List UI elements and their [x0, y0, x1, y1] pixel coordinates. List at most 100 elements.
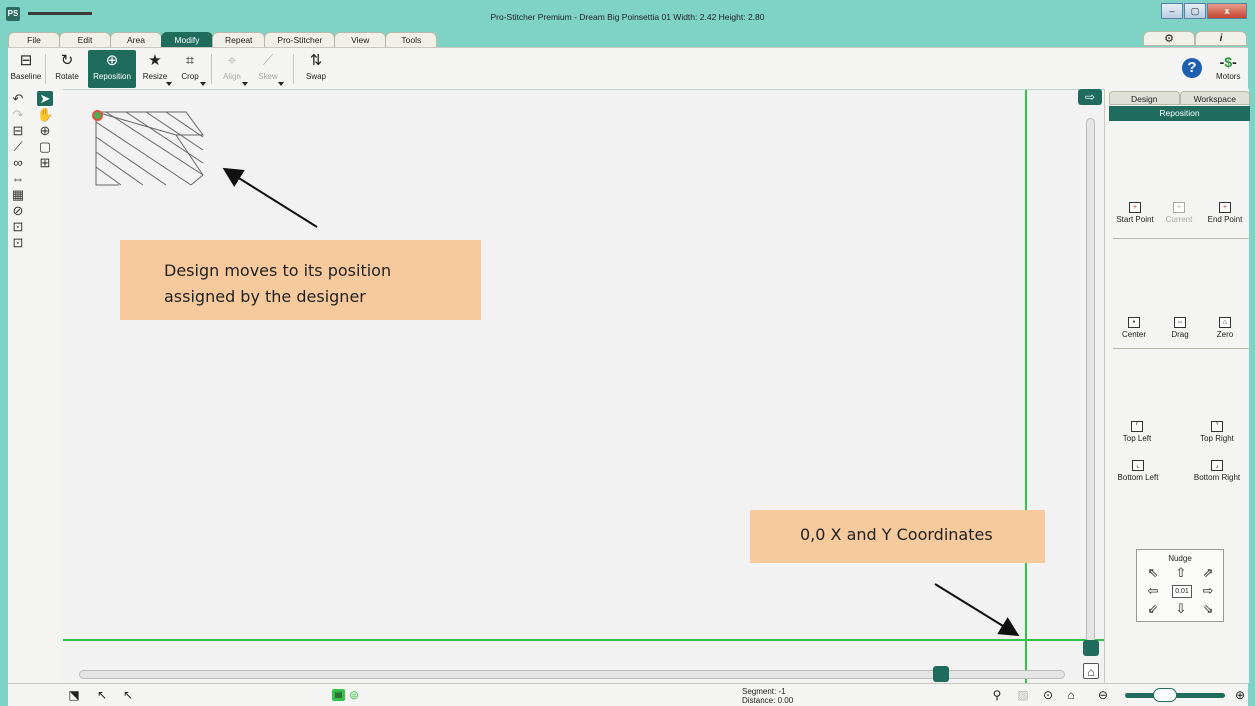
start-point-button[interactable]: + Start Point — [1113, 202, 1157, 224]
crop-button[interactable]: ⌗ Crop — [176, 50, 206, 88]
dropdown-arrow-icon[interactable] — [242, 82, 248, 86]
tab-modify[interactable]: Modify — [161, 32, 213, 47]
nudge-amount-input[interactable]: 0.01 — [1172, 585, 1192, 598]
ruler-icon[interactable]: ⟋ — [10, 139, 26, 154]
crosshair-box-icon[interactable]: ⊞ — [37, 155, 53, 170]
select-point-icon[interactable]: ↖ — [94, 688, 110, 703]
horizontal-scroll-thumb[interactable] — [933, 666, 949, 682]
nudge-left-icon[interactable]: ⇦ — [1145, 584, 1161, 598]
dropdown-arrow-icon[interactable] — [200, 82, 206, 86]
baseline-button[interactable]: ⊟ Baseline — [10, 50, 42, 88]
zoom-out-icon[interactable]: ⊖ — [1095, 688, 1111, 703]
drag-tool-icon[interactable]: ⇔ — [10, 171, 26, 186]
rectangle-icon[interactable]: ▢ — [37, 139, 53, 154]
bottom-left-button[interactable]: ⌞ Bottom Left — [1113, 460, 1163, 482]
maximize-button[interactable]: ▢ — [1184, 3, 1206, 19]
pan-hand-icon[interactable]: ✋ — [37, 107, 53, 122]
tab-view[interactable]: View — [334, 32, 387, 47]
info-icon[interactable]: i — [1195, 31, 1247, 46]
reposition-button[interactable]: ⊕ Reposition — [88, 50, 136, 88]
lock-icon[interactable]: ⊡ — [10, 219, 26, 234]
design-canvas[interactable] — [63, 89, 1104, 684]
nudge-down-icon[interactable]: ⇩ — [1173, 602, 1189, 616]
horizontal-scrollbar[interactable] — [79, 670, 1065, 679]
panel-tabs: Design Workspace — [1109, 91, 1250, 105]
top-right-button[interactable]: ⌝ Top Right — [1193, 421, 1241, 443]
rotate-button[interactable]: ↻ Rotate — [49, 50, 85, 88]
tab-workspace[interactable]: Workspace — [1179, 91, 1250, 105]
close-button[interactable]: x — [1207, 3, 1247, 19]
menu-tabs: File Edit Area Modify Repeat Pro-Stitche… — [8, 32, 438, 47]
center-icon: • — [1128, 317, 1140, 328]
settings-gear-icon[interactable]: ⚙ — [1143, 31, 1195, 46]
tab-edit[interactable]: Edit — [59, 32, 111, 47]
lasso-icon[interactable]: ⊘ — [10, 203, 26, 218]
panel-header: Reposition — [1109, 106, 1250, 121]
zoom-fit-icon[interactable]: ⊙ — [1040, 688, 1056, 703]
center-button[interactable]: • Center — [1117, 317, 1151, 339]
zoom-in-icon[interactable]: ⊕ — [37, 123, 53, 138]
collapse-panel-arrow-icon[interactable]: ⇨ — [1078, 89, 1102, 105]
end-point-label: End Point — [1207, 215, 1243, 224]
zoom-home-icon[interactable]: ⌂ — [1063, 688, 1079, 703]
nudge-up-right-icon[interactable]: ⇗ — [1200, 566, 1216, 580]
start-point-marker[interactable] — [92, 110, 103, 121]
link-icon[interactable]: ∞ — [10, 155, 26, 170]
tab-repeat[interactable]: Repeat — [212, 32, 266, 47]
help-question-icon[interactable]: ? — [1182, 58, 1202, 78]
undo-icon[interactable]: ↶ — [10, 91, 26, 106]
top-left-button[interactable]: ⌜ Top Left — [1113, 421, 1161, 443]
grid-icon[interactable]: ▦ — [10, 187, 26, 202]
stitch-mode-icon[interactable]: ▤ — [332, 689, 345, 701]
drag-button[interactable]: ⇔ Drag — [1163, 317, 1197, 339]
crop-icon: ⌗ — [185, 52, 195, 69]
tab-pro-stitcher[interactable]: Pro-Stitcher — [264, 32, 336, 47]
design-preview[interactable] — [91, 95, 241, 195]
top-right-label: Top Right — [1200, 434, 1234, 443]
nudge-up-icon[interactable]: ⇧ — [1173, 566, 1189, 580]
panel-divider — [1113, 348, 1249, 349]
bottom-left-label: Bottom Left — [1117, 473, 1159, 482]
dropdown-arrow-icon[interactable] — [278, 82, 284, 86]
home-icon[interactable]: ⌂ — [1083, 663, 1099, 679]
current-button[interactable]: + Current — [1161, 202, 1197, 224]
motors-button[interactable]: -$- Motors — [1216, 52, 1240, 81]
unlock-icon[interactable]: ⊡ — [10, 235, 26, 250]
align-button[interactable]: ⌖ Align — [218, 50, 248, 88]
swap-button[interactable]: ⇅ Swap — [302, 50, 330, 88]
swap-label: Swap — [305, 72, 326, 81]
nudge-right-icon[interactable]: ⇨ — [1200, 584, 1216, 598]
minimize-button[interactable]: – — [1161, 3, 1183, 19]
trace-icon[interactable]: ⚲ — [989, 688, 1005, 703]
image-icon[interactable]: ▨ — [1015, 688, 1031, 703]
dropdown-arrow-icon[interactable] — [166, 82, 172, 86]
zero-label: Zero — [1216, 330, 1234, 339]
drag-label: Drag — [1171, 330, 1189, 339]
zoom-in-icon[interactable]: ⊕ — [1232, 688, 1248, 703]
baseline-tool-icon[interactable]: ⊟ — [10, 123, 26, 138]
tab-design[interactable]: Design — [1109, 91, 1180, 105]
zoom-slider-thumb[interactable] — [1153, 688, 1177, 702]
status-bar: ⬔ ↖ ↖ ▤ ⊜ Segment: -1 Distance: 0.00 ⚲ ▨… — [8, 683, 1248, 706]
redo-icon[interactable]: ↷ — [10, 107, 26, 122]
callout-line-2: assigned by the designer — [164, 287, 366, 306]
crop-label: Crop — [181, 72, 199, 81]
end-point-button[interactable]: + End Point — [1203, 202, 1247, 224]
start-point-icon: + — [1129, 202, 1141, 213]
zero-button[interactable]: ⌂ Zero — [1208, 317, 1242, 339]
resize-button[interactable]: ★ Resize — [140, 50, 172, 88]
select-arrow-icon[interactable]: ➤ — [37, 91, 53, 106]
tab-file[interactable]: File — [8, 32, 60, 47]
vertical-scroll-thumb[interactable] — [1083, 640, 1099, 656]
nudge-down-left-icon[interactable]: ⇙ — [1145, 602, 1161, 616]
skew-button[interactable]: ⟋ Skew — [254, 50, 284, 88]
vertical-scrollbar[interactable] — [1086, 118, 1095, 648]
network-icon[interactable]: ⊜ — [346, 688, 362, 703]
nudge-down-right-icon[interactable]: ⇘ — [1200, 602, 1216, 616]
tab-tools[interactable]: Tools — [385, 32, 438, 47]
tab-area[interactable]: Area — [110, 32, 162, 47]
select-box-icon[interactable]: ⬔ — [66, 688, 82, 703]
nudge-up-left-icon[interactable]: ⇖ — [1145, 566, 1161, 580]
bottom-right-button[interactable]: ⌟ Bottom Right — [1189, 460, 1245, 482]
deselect-point-icon[interactable]: ↖ — [120, 688, 136, 703]
